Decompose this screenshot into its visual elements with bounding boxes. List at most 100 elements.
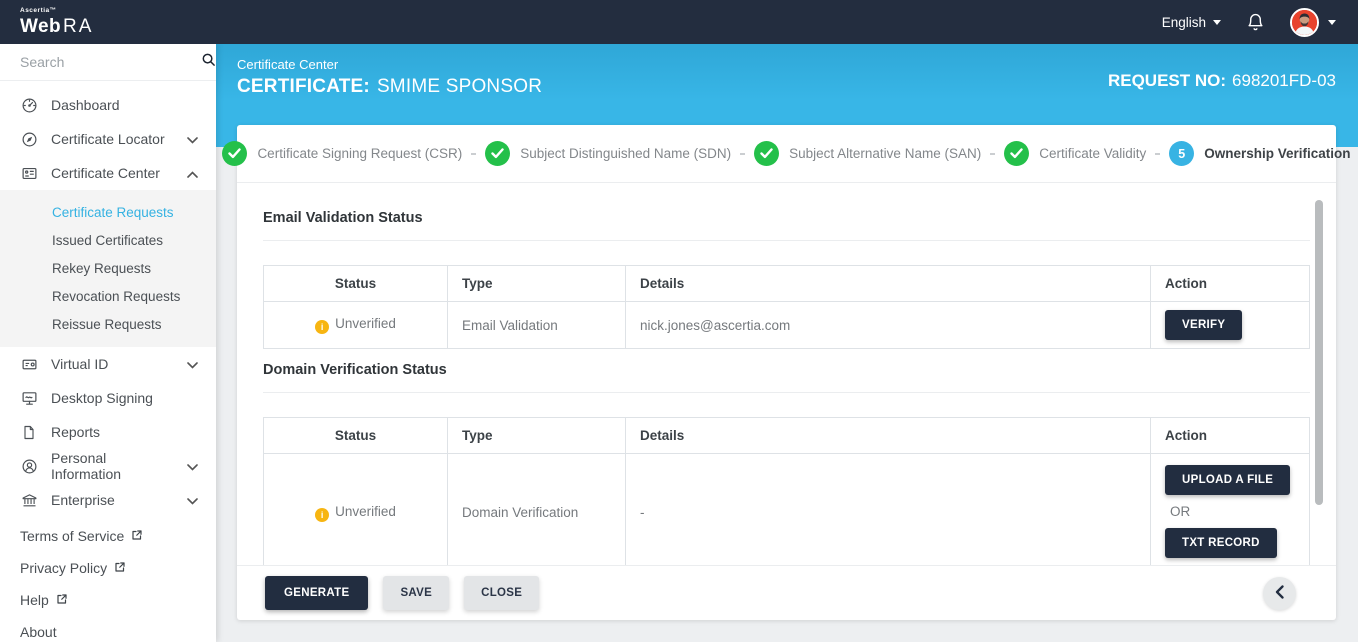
- status-cell: Unverified: [264, 454, 448, 566]
- step-separator: [990, 153, 995, 155]
- external-link-icon: [114, 560, 126, 576]
- sidebar-item-reports[interactable]: Reports: [0, 415, 216, 449]
- status-badge: Unverified: [335, 316, 396, 331]
- sidebar-search: [0, 44, 216, 81]
- sidebar: Dashboard Certificate Locator Certificat…: [0, 44, 216, 642]
- column-header-type: Type: [448, 266, 626, 302]
- sidebar-item-label: Certificate Locator: [51, 131, 174, 147]
- search-icon[interactable]: [201, 52, 216, 72]
- table-row: Unverified Email Validation nick.jones@a…: [264, 302, 1310, 349]
- chevron-down-icon: [187, 356, 198, 372]
- step-sdn[interactable]: Subject Distinguished Name (SDN): [485, 141, 731, 166]
- column-header-details: Details: [626, 266, 1151, 302]
- compass-icon: [20, 131, 38, 148]
- column-header-details: Details: [626, 418, 1151, 454]
- domain-verification-heading: Domain Verification Status: [263, 362, 1310, 378]
- sidebar-item-enterprise[interactable]: Enterprise: [0, 483, 216, 517]
- chevron-down-icon: [1328, 20, 1336, 25]
- upload-a-file-button[interactable]: UPLOAD A FILE: [1165, 465, 1290, 495]
- close-button[interactable]: CLOSE: [464, 576, 539, 610]
- divider: [263, 392, 1310, 393]
- action-cell: VERIFY: [1151, 302, 1310, 349]
- page-title: CERTIFICATE:SMIME SPONSOR: [237, 76, 542, 98]
- sidebar-item-label: Personal Information: [51, 450, 174, 482]
- divider: [263, 240, 1310, 241]
- webra-logo[interactable]: Ascertia™ WebRA: [20, 8, 93, 36]
- column-header-action: Action: [1151, 418, 1310, 454]
- avatar: [1290, 8, 1319, 37]
- info-icon: [315, 320, 329, 334]
- status-badge: Unverified: [335, 504, 396, 519]
- topbar: Ascertia™ WebRA English: [0, 0, 1358, 44]
- breadcrumb: Certificate Center: [237, 57, 542, 72]
- sidebar-item-virtual-id[interactable]: Virtual ID: [0, 347, 216, 381]
- bank-icon: [20, 492, 38, 509]
- type-cell: Domain Verification: [448, 454, 626, 566]
- sidebar-item-label: Reports: [51, 424, 198, 440]
- chevron-down-icon: [187, 492, 198, 508]
- sidebar-item-certificate-requests[interactable]: Certificate Requests: [0, 198, 216, 226]
- wizard-footer: GENERATE SAVE CLOSE: [237, 565, 1336, 620]
- txt-record-button[interactable]: TXT RECORD: [1165, 528, 1277, 558]
- status-cell: Unverified: [264, 302, 448, 349]
- sidebar-item-desktop-signing[interactable]: Desktop Signing: [0, 381, 216, 415]
- person-icon: [20, 458, 38, 475]
- sidebar-item-certificate-locator[interactable]: Certificate Locator: [0, 122, 216, 156]
- sidebar-item-certificate-center[interactable]: Certificate Center: [0, 156, 216, 190]
- action-cell: UPLOAD A FILE OR TXT RECORD: [1151, 454, 1310, 566]
- step-separator: [1155, 153, 1160, 155]
- step-certificate-validity[interactable]: Certificate Validity: [1004, 141, 1146, 166]
- wizard-stepper: Certificate Signing Request (CSR) Subjec…: [237, 125, 1336, 183]
- column-header-type: Type: [448, 418, 626, 454]
- verify-button[interactable]: VERIFY: [1165, 310, 1242, 340]
- step-csr[interactable]: Certificate Signing Request (CSR): [222, 141, 462, 166]
- search-input[interactable]: [20, 54, 201, 70]
- check-icon: [1004, 141, 1029, 166]
- generate-button[interactable]: GENERATE: [265, 576, 368, 610]
- dashboard-icon: [20, 97, 38, 114]
- chevron-up-icon: [187, 165, 198, 181]
- desktop-icon: [20, 390, 38, 407]
- privacy-policy-link[interactable]: Privacy Policy: [0, 552, 216, 584]
- request-number: REQUEST NO:698201FD-03: [1108, 71, 1336, 91]
- step-san[interactable]: Subject Alternative Name (SAN): [754, 141, 981, 166]
- help-link[interactable]: Help: [0, 584, 216, 616]
- column-header-action: Action: [1151, 266, 1310, 302]
- certificate-wizard-card: Certificate Signing Request (CSR) Subjec…: [237, 125, 1336, 620]
- sidebar-item-label: Enterprise: [51, 492, 174, 508]
- sidebar-item-rekey-requests[interactable]: Rekey Requests: [0, 254, 216, 282]
- brand-ascertia: Ascertia™: [20, 8, 93, 15]
- sidebar-item-issued-certificates[interactable]: Issued Certificates: [0, 226, 216, 254]
- certificate-center-submenu: Certificate Requests Issued Certificates…: [0, 190, 216, 347]
- sidebar-item-label: Dashboard: [51, 97, 198, 113]
- column-header-status: Status: [264, 266, 448, 302]
- save-button[interactable]: SAVE: [383, 576, 449, 610]
- chevron-down-icon: [187, 131, 198, 147]
- report-icon: [20, 424, 38, 441]
- about-link[interactable]: About: [0, 616, 216, 642]
- chevron-down-icon: [187, 458, 198, 474]
- brand-webra: WebRA: [20, 17, 93, 36]
- sidebar-item-personal-information[interactable]: Personal Information: [0, 449, 216, 483]
- notifications-bell-icon[interactable]: [1246, 12, 1265, 33]
- step-separator: [471, 153, 476, 155]
- terms-of-service-link[interactable]: Terms of Service: [0, 520, 216, 552]
- sidebar-item-revocation-requests[interactable]: Revocation Requests: [0, 282, 216, 310]
- sidebar-item-label: Certificate Center: [51, 165, 174, 181]
- language-selector[interactable]: English: [1162, 15, 1221, 30]
- info-icon: [315, 508, 329, 522]
- wizard-content: Email Validation Status Status Type Deta…: [237, 183, 1336, 565]
- step-ownership-verification[interactable]: 5 Ownership Verification: [1169, 141, 1350, 166]
- sidebar-item-reissue-requests[interactable]: Reissue Requests: [0, 310, 216, 338]
- check-icon: [485, 141, 510, 166]
- step-separator: [740, 153, 745, 155]
- previous-step-button[interactable]: [1263, 577, 1296, 610]
- table-row: Unverified Domain Verification - UPLOAD …: [264, 454, 1310, 566]
- language-label: English: [1162, 15, 1206, 30]
- sidebar-item-dashboard[interactable]: Dashboard: [0, 88, 216, 122]
- scrollbar-thumb[interactable]: [1315, 200, 1323, 505]
- type-cell: Email Validation: [448, 302, 626, 349]
- details-cell: -: [626, 454, 1151, 566]
- user-menu[interactable]: [1290, 8, 1336, 37]
- email-validation-table: Status Type Details Action Unverified Em…: [263, 265, 1310, 349]
